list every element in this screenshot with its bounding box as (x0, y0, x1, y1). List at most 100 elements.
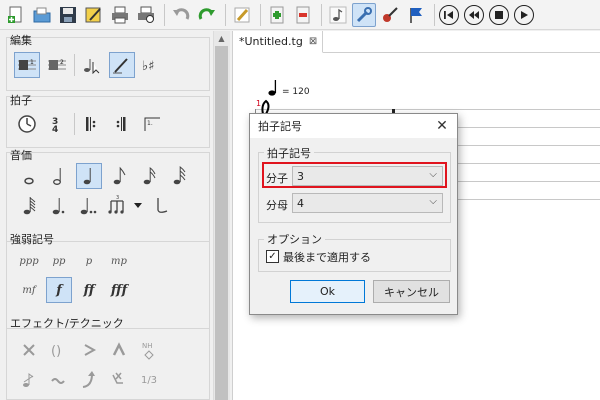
cancel-button-label: キャンセル (384, 285, 439, 299)
double-dotted-note-icon[interactable] (76, 193, 102, 219)
dynamic-ppp-button[interactable]: ppp (16, 248, 42, 274)
open-file-icon[interactable] (30, 3, 54, 27)
undo-icon[interactable] (169, 3, 193, 27)
sixteenth-note-icon[interactable] (136, 163, 162, 189)
svg-text:♭♯: ♭♯ (142, 59, 154, 74)
effects-group-title: エフェクト/テクニック (10, 317, 124, 330)
repeat-open-icon[interactable] (79, 111, 105, 137)
dynamic-label: p (85, 255, 93, 267)
ghost-note-icon[interactable]: () (46, 337, 72, 363)
heavy-accent-icon[interactable] (106, 337, 132, 363)
edit-tool-icon[interactable] (109, 52, 135, 78)
vibrato-icon[interactable] (46, 367, 72, 393)
scrollbar-thumb[interactable] (215, 46, 228, 400)
dynamic-label: ff (83, 282, 95, 298)
tools-icon[interactable] (352, 2, 376, 27)
numerator-highlight-box (262, 162, 447, 188)
tuplet-fraction-icon[interactable]: 1/3 (136, 367, 162, 393)
dynamic-f-button[interactable]: f (46, 277, 72, 303)
dialog-titlebar: 拍子記号 (250, 114, 457, 138)
bend-icon[interactable] (76, 367, 102, 393)
chevron-down-icon[interactable] (132, 193, 144, 219)
svg-text:(): () (51, 344, 61, 358)
tie-icon[interactable] (148, 193, 174, 219)
print-icon[interactable] (108, 3, 132, 27)
dynamic-fff-button[interactable]: fff (106, 277, 132, 303)
half-note-icon[interactable] (46, 163, 72, 189)
select-voice-1-icon[interactable]: 1 (14, 52, 40, 78)
add-measure-icon[interactable] (265, 3, 289, 27)
staff-line (255, 109, 600, 110)
repeat-close-icon[interactable] (109, 111, 135, 137)
print-preview-icon[interactable] (134, 3, 158, 27)
guitar-icon[interactable] (378, 3, 402, 27)
close-icon[interactable]: ✕ (433, 117, 451, 135)
note-select-cursor-icon[interactable] (79, 52, 105, 78)
dynamic-pp-button[interactable]: pp (46, 248, 72, 274)
whole-note-icon[interactable] (16, 163, 42, 189)
main-toolbar (0, 0, 600, 30)
panel-separator (74, 54, 75, 76)
time-signature-dialog: 拍子記号 ✕ 拍子記号 分子 3 ⌵ 分母 4 ⌵ オプション ✓ 最後まで適用… (249, 113, 458, 315)
pencil-icon[interactable] (230, 3, 254, 27)
dotted-note-icon[interactable] (46, 193, 72, 219)
metronome-icon[interactable] (14, 111, 40, 137)
effects-row-2: 1/3 (16, 367, 166, 393)
time-signature-legend: 拍子記号 (264, 145, 314, 161)
first-icon[interactable] (439, 4, 459, 25)
tremolo-bar-icon[interactable] (106, 367, 132, 393)
ok-button[interactable]: Ok (290, 280, 365, 303)
dynamic-ff-button[interactable]: ff (76, 277, 102, 303)
tuplet-fraction-label: 1/3 (140, 374, 158, 386)
stop-icon[interactable] (489, 4, 509, 25)
denominator-select[interactable]: 4 ⌵ (292, 193, 443, 213)
note-icon[interactable] (326, 3, 350, 27)
dynamic-p-button[interactable]: p (76, 248, 102, 274)
dynamic-mp-button[interactable]: mp (106, 248, 132, 274)
denominator-value: 4 (297, 196, 304, 210)
thirty-second-note-icon[interactable] (166, 163, 192, 189)
duration-row-1 (16, 163, 196, 189)
quarter-note-icon[interactable] (76, 163, 102, 189)
svg-text:1: 1 (30, 59, 34, 66)
apply-to-end-label: 最後まで適用する (283, 251, 371, 264)
sixty-fourth-note-icon[interactable] (16, 193, 42, 219)
remove-measure-icon[interactable] (291, 3, 315, 27)
cancel-button[interactable]: キャンセル (373, 280, 450, 303)
flag-icon[interactable] (404, 3, 428, 27)
duration-row-2: 3 (16, 193, 178, 219)
tab-title: *Untitled.tg (239, 35, 303, 48)
grace-note-icon[interactable] (16, 367, 42, 393)
harmonic-label: NH (142, 342, 153, 350)
tab-untitled[interactable]: *Untitled.tg ⊠ (233, 31, 323, 53)
toolbar-separator (434, 3, 435, 26)
dialog-title: 拍子記号 (258, 120, 302, 133)
previous-icon[interactable] (464, 4, 484, 25)
alternative-ending-icon[interactable]: 1. (139, 111, 165, 137)
ok-button-label: Ok (319, 285, 336, 298)
close-tab-icon[interactable]: ⊠ (309, 36, 317, 47)
time-icon-row: 34 1. (14, 111, 169, 137)
redo-icon[interactable] (195, 3, 219, 27)
options-legend: オプション (264, 231, 325, 247)
effects-row-1: () NH (16, 337, 166, 363)
play-icon[interactable] (514, 4, 534, 25)
select-voice-2-icon[interactable]: 2 (44, 52, 70, 78)
svg-text:3: 3 (116, 195, 119, 201)
time-signature-icon[interactable]: 34 (44, 111, 70, 137)
dead-note-icon[interactable] (16, 337, 42, 363)
apply-to-end-checkbox[interactable]: ✓ (266, 250, 279, 263)
save-icon[interactable] (56, 3, 80, 27)
dynamics-row-2: mf f ff fff (16, 277, 136, 303)
dynamic-mf-button[interactable]: mf (16, 277, 42, 303)
tuplet-icon[interactable]: 3 (106, 193, 132, 219)
new-file-icon[interactable] (4, 3, 28, 27)
harmonic-icon[interactable]: NH (136, 337, 162, 363)
accent-icon[interactable] (76, 337, 102, 363)
edit-properties-icon[interactable] (82, 3, 106, 27)
accidentals-icon[interactable]: ♭♯ (139, 52, 165, 78)
time-group-title: 拍子 (10, 94, 32, 107)
eighth-note-icon[interactable] (106, 163, 132, 189)
dynamic-label: ppp (19, 255, 39, 267)
scroll-up-arrow-icon[interactable]: ▲ (213, 31, 230, 45)
